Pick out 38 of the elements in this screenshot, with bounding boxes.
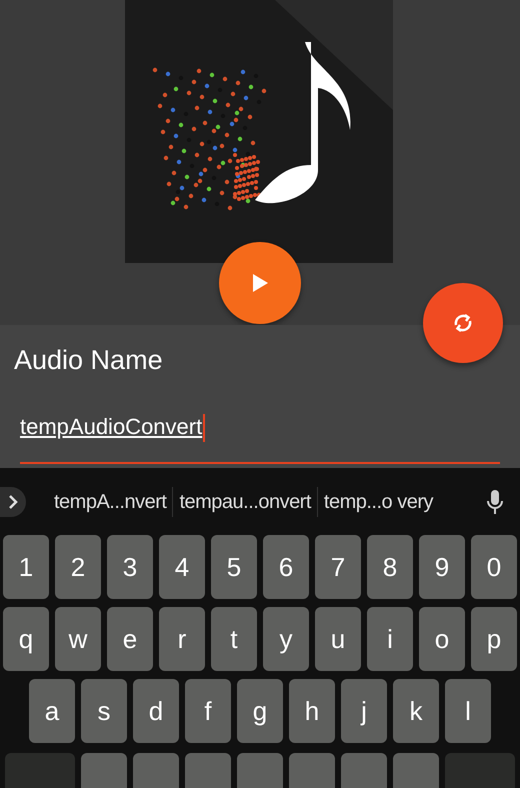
keyboard-key[interactable]: 5 (211, 535, 257, 599)
keyboard-key[interactable]: 3 (107, 535, 153, 599)
keyboard-key[interactable]: h (289, 679, 335, 743)
suggestion[interactable]: tempA...nvert (48, 486, 172, 516)
keyboard-key[interactable]: 7 (315, 535, 361, 599)
keyboard-key[interactable]: 4 (159, 535, 205, 599)
keyboard-key[interactable]: w (55, 607, 101, 671)
keyboard-key[interactable]: u (315, 607, 361, 671)
keyboard-key[interactable]: 1 (3, 535, 49, 599)
chevron-right-icon (8, 494, 18, 510)
keyboard-key[interactable]: 6 (263, 535, 309, 599)
keyboard-key[interactable]: f (185, 679, 231, 743)
keyboard-key[interactable]: 0 (471, 535, 517, 599)
keyboard-key[interactable]: t (211, 607, 257, 671)
suggestion[interactable]: tempau...onvert (173, 486, 317, 516)
keyboard-key[interactable]: 8 (367, 535, 413, 599)
keyboard-key[interactable]: r (159, 607, 205, 671)
keyboard-key[interactable]: i (367, 607, 413, 671)
keyboard-key[interactable]: y (263, 607, 309, 671)
keyboard-key[interactable]: g (237, 679, 283, 743)
keyboard-key[interactable]: q (3, 607, 49, 671)
field-label: Audio Name (14, 347, 164, 374)
keyboard-key[interactable]: e (107, 607, 153, 671)
microphone-icon[interactable] (486, 488, 504, 514)
keyboard-key[interactable]: p (471, 607, 517, 671)
keyboard-key[interactable]: 9 (419, 535, 465, 599)
keyboard-key[interactable]: j (341, 679, 387, 743)
expand-chevron-button[interactable] (0, 486, 26, 516)
keyboard-key[interactable]: 2 (55, 535, 101, 599)
keyboard-key[interactable]: l (445, 679, 491, 743)
suggestion[interactable]: temp...o very (318, 486, 440, 516)
keyboard-key[interactable]: o (419, 607, 465, 671)
keyboard-key[interactable]: s (81, 679, 127, 743)
keyboard-key[interactable]: k (393, 679, 439, 743)
keyboard-key[interactable]: d (133, 679, 179, 743)
keyboard-key[interactable]: a (29, 679, 75, 743)
play-icon (251, 273, 269, 293)
audio-name-field[interactable]: tempAudioConvert (20, 414, 500, 464)
